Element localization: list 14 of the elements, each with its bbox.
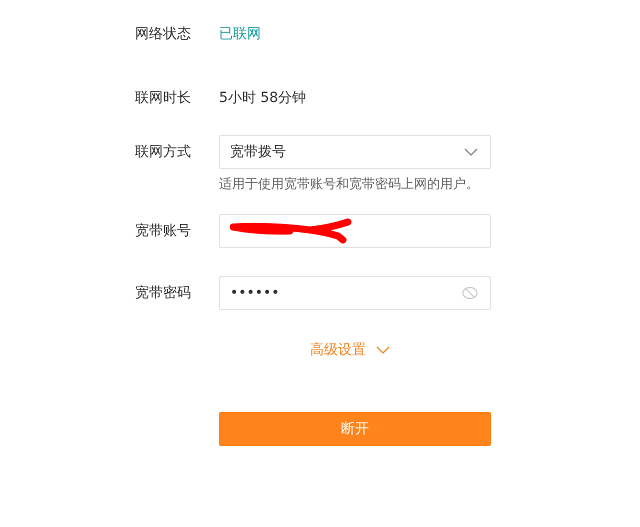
chevron-icon	[376, 346, 390, 354]
mode-select[interactable]: 宽带拨号	[219, 135, 491, 169]
field-label: 联网方式	[135, 143, 192, 161]
field-label: 宽带密码	[135, 284, 192, 302]
password-value: ••••••	[230, 285, 280, 301]
field-label: 网络状态	[135, 25, 192, 43]
chevron-down-icon	[464, 148, 478, 156]
field-label: 联网时长	[135, 89, 192, 107]
account-field[interactable]	[219, 214, 491, 248]
duration-value: 5小时 58分钟	[219, 89, 306, 107]
status-value: 已联网	[219, 25, 261, 43]
password-field[interactable]: ••••••	[219, 276, 491, 310]
field-label: 宽带账号	[135, 222, 192, 240]
hint-text: 适用于使用宽带账号和宽带密码上网的用户。	[219, 176, 480, 193]
